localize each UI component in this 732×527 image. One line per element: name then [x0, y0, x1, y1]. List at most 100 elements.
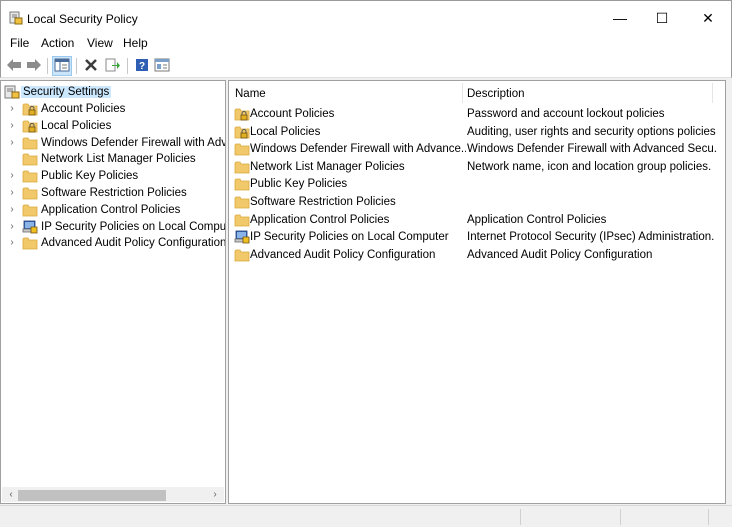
expand-chevron-icon[interactable]: › [7, 137, 17, 149]
scrollbar-thumb[interactable] [18, 490, 166, 501]
maximize-button[interactable]: ☐ [639, 1, 685, 35]
tree-item-label: Application Control Policies [41, 203, 181, 216]
ipsec-icon [234, 230, 250, 244]
column-separator[interactable] [712, 83, 713, 103]
expand-chevron-icon[interactable]: › [7, 237, 17, 249]
expand-chevron-icon[interactable]: › [7, 187, 17, 199]
minimize-button[interactable]: — [597, 1, 643, 35]
list-item-name: Software Restriction Policies [250, 196, 396, 208]
list-item[interactable]: Account Policies Password and account loc… [229, 105, 725, 123]
folder-lock-icon [22, 119, 38, 133]
menu-view[interactable]: View [87, 36, 113, 50]
list-item-description: Network name, icon and location group po… [467, 160, 712, 173]
column-header-description[interactable]: Description [467, 81, 717, 105]
list-item-description: Application Control Policies [467, 213, 607, 226]
list-item-description: Advanced Audit Policy Configuration [467, 248, 653, 261]
tree-item-label: Software Restriction Policies [41, 187, 187, 199]
folder-lock-icon [234, 125, 250, 139]
column-separator[interactable] [462, 83, 463, 103]
scroll-right-icon[interactable]: › [208, 488, 222, 502]
delete-icon [84, 58, 98, 75]
expand-chevron-icon[interactable]: › [7, 120, 17, 132]
list-item-description: Internet Protocol Security (IPsec) Admin… [467, 231, 717, 244]
menu-file[interactable]: File [10, 36, 29, 50]
details-pane[interactable]: Name Description Account Policies Passwor… [228, 80, 726, 504]
status-separator [708, 509, 709, 525]
list-item[interactable]: Network List Manager Policies Network nam… [229, 158, 725, 176]
tree-item[interactable]: Network List Manager Policies [1, 151, 225, 168]
tree-item[interactable]: › Application Control Policies [1, 202, 225, 219]
delete-button[interactable] [81, 56, 101, 76]
list-item[interactable]: Public Key Policies [229, 175, 725, 193]
list-item-name: Account Policies [250, 108, 335, 120]
list-item-description: Windows Defender Firewall with Advanced … [467, 143, 717, 156]
list-item[interactable]: Advanced Audit Policy Configuration Advan… [229, 246, 725, 264]
list-item-name: Public Key Policies [250, 178, 348, 191]
list-item-name: Network List Manager Policies [250, 160, 405, 173]
list-item-name: Windows Defender Firewall with Advance..… [250, 143, 466, 156]
console-tree-pane[interactable]: Security Settings › Account Policies › Loca… [0, 80, 226, 504]
close-icon: ✕ [702, 9, 714, 26]
show-hide-tree-button[interactable] [52, 56, 72, 76]
status-bar [0, 505, 732, 527]
list-item[interactable]: IP Security Policies on Local Computer In… [229, 228, 725, 246]
folder-icon [234, 248, 250, 262]
list-item-name: Local Policies [250, 125, 321, 138]
tree-item[interactable]: › Software Restriction Policies [1, 185, 225, 202]
tree-root-label: Security Settings [21, 86, 112, 98]
help-button[interactable]: ? [132, 56, 152, 76]
show-hide-tree-icon [54, 58, 70, 75]
tree-item[interactable]: › Account Policies [1, 101, 225, 118]
folder-lock-icon [234, 107, 250, 121]
tree-horizontal-scrollbar[interactable]: ‹ › [2, 487, 224, 502]
tree-item-label: Windows Defender Firewall with Advar [41, 136, 226, 149]
tree-item[interactable]: › Local Policies [1, 118, 225, 135]
folder-icon [234, 213, 250, 227]
minimize-icon: — [613, 10, 627, 26]
properties-button[interactable] [152, 56, 172, 76]
menu-action[interactable]: Action [41, 36, 74, 50]
tree-item-label: Public Key Policies [41, 170, 139, 183]
list-item[interactable]: Local Policies Auditing, user rights and … [229, 123, 725, 141]
folder-icon [234, 177, 250, 191]
list-item[interactable]: Software Restriction Policies [229, 193, 725, 211]
status-separator [620, 509, 621, 525]
close-button[interactable]: ✕ [685, 1, 731, 35]
maximize-icon: ☐ [655, 9, 669, 26]
tree-item-label: Local Policies [41, 119, 112, 132]
tree-item[interactable]: › Advanced Audit Policy Configuration [1, 235, 226, 252]
scroll-left-icon[interactable]: ‹ [4, 488, 18, 502]
expand-chevron-icon[interactable]: › [7, 204, 17, 216]
expand-chevron-icon[interactable]: › [7, 170, 17, 182]
security-settings-icon [4, 85, 20, 99]
list-item-name: Advanced Audit Policy Configuration [250, 248, 436, 261]
folder-icon [22, 152, 38, 166]
folder-icon [22, 136, 38, 150]
folder-icon [22, 236, 38, 250]
list-item[interactable]: Windows Defender Firewall with Advance..… [229, 140, 725, 158]
menu-help[interactable]: Help [123, 36, 148, 50]
tree-root-security-settings[interactable]: Security Settings [1, 84, 225, 101]
column-header-name[interactable]: Name [235, 81, 461, 105]
title-bar[interactable]: Local Security Policy — ☐ ✕ [0, 0, 732, 34]
forward-arrow-icon [26, 58, 42, 75]
list-item[interactable]: Application Control Policies Application … [229, 211, 725, 229]
folder-icon [234, 142, 250, 156]
menu-bar: File Action View Help [0, 34, 732, 54]
folder-icon [22, 169, 38, 183]
forward-button[interactable] [24, 56, 44, 76]
tree-item-label: Advanced Audit Policy Configuration [41, 237, 226, 250]
security-policy-app-icon [9, 11, 23, 25]
expand-chevron-icon[interactable]: › [7, 221, 17, 233]
toolbar-separator [127, 58, 128, 74]
export-list-button[interactable] [103, 56, 123, 76]
toolbar: ? [0, 54, 732, 78]
tree-item[interactable]: › Windows Defender Firewall with Advar [1, 135, 226, 152]
list-item-name: Application Control Policies [250, 213, 390, 226]
expand-chevron-icon[interactable]: › [7, 103, 17, 115]
tree-item[interactable]: › Public Key Policies [1, 168, 225, 185]
tree-item[interactable]: › IP Security Policies on Local Computer [1, 219, 225, 236]
tree-item-label: Network List Manager Policies [41, 153, 196, 166]
back-button[interactable] [4, 56, 24, 76]
list-item-description: Auditing, user rights and security optio… [467, 125, 716, 138]
